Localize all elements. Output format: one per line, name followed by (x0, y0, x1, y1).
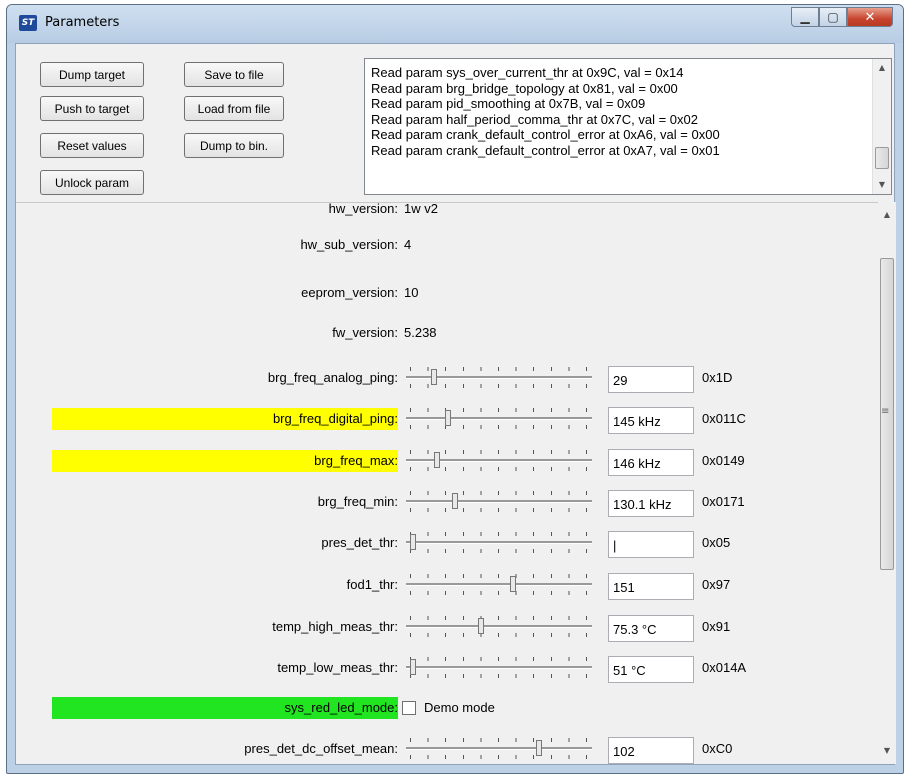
log-line: Read param brg_bridge_topology at 0x81, … (371, 80, 678, 96)
param-slider[interactable] (406, 406, 592, 430)
scroll-up-icon[interactable]: ▲ (873, 59, 891, 77)
dump-to-bin-button[interactable]: Dump to bin. (184, 133, 284, 158)
param-value-field[interactable]: 75.3 °C (608, 615, 694, 642)
slider-thumb[interactable] (430, 369, 437, 385)
slider-thumb[interactable] (478, 618, 485, 634)
param-hex-value: 0xC0 (702, 741, 733, 756)
slider-thumb[interactable] (409, 659, 416, 675)
log-scrollbar[interactable]: ▲ ▼ (872, 59, 891, 194)
client-area: Dump target Push to target Reset values … (15, 43, 896, 765)
param-value: 4 (404, 237, 412, 252)
save-to-file-button[interactable]: Save to file (184, 62, 284, 87)
parameters-window: ST Parameters ▁ ▢ ✕ Dump target Push to … (6, 4, 904, 774)
scroll-up-icon[interactable]: ▲ (878, 206, 896, 224)
param-label: temp_high_meas_thr: (272, 619, 398, 634)
param-slider[interactable] (406, 736, 592, 760)
param-value-field[interactable]: 51 °C (608, 656, 694, 683)
param-hex-value: 0x1D (702, 370, 733, 385)
param-label: fod1_thr: (346, 577, 398, 592)
params-scrollbar[interactable]: ▲ ≡ ▼ (878, 202, 896, 764)
window-title: Parameters (45, 15, 120, 30)
param-value-field[interactable]: 151 (608, 573, 694, 600)
log-lines: Read param sys_over_current_thr at 0x9C,… (371, 65, 871, 158)
close-button[interactable]: ✕ (847, 7, 893, 27)
slider-track (406, 666, 592, 669)
slider-track (406, 417, 592, 420)
dump-target-button[interactable]: Dump target (40, 62, 144, 87)
slider-track (406, 541, 592, 544)
param-value-field[interactable]: 146 kHz (608, 449, 694, 476)
param-label: hw_version: (328, 202, 398, 216)
param-value-field[interactable]: | (608, 531, 694, 558)
param-value-field[interactable]: 102 (608, 737, 694, 764)
param-slider[interactable] (406, 365, 592, 389)
param-hex-value: 0x0171 (702, 494, 745, 509)
checkbox-label[interactable]: Demo mode (424, 700, 495, 715)
slider-track (406, 747, 592, 750)
param-slider[interactable] (406, 655, 592, 679)
slider-thumb[interactable] (444, 410, 451, 426)
param-hex-value: 0x91 (702, 619, 731, 634)
app-icon: ST (19, 15, 37, 31)
demo-mode-checkbox[interactable] (402, 701, 416, 715)
param-label: brg_freq_digital_ping: (272, 411, 398, 426)
slider-thumb[interactable] (451, 493, 458, 509)
slider-thumb[interactable] (536, 740, 543, 756)
grip-icon: ≡ (881, 406, 890, 417)
maximize-button[interactable]: ▢ (819, 7, 847, 27)
param-label: sys_red_led_mode: (284, 700, 398, 715)
param-slider[interactable] (406, 448, 592, 472)
push-to-target-button[interactable]: Push to target (40, 96, 144, 121)
param-label: brg_freq_analog_ping: (267, 370, 398, 385)
param-label: eeprom_version: (301, 285, 398, 300)
param-hex-value: 0x011C (702, 411, 746, 426)
param-hex-value: 0x97 (702, 577, 731, 592)
param-value-field[interactable]: 130.1 kHz (608, 490, 694, 517)
scroll-down-icon[interactable]: ▼ (873, 176, 891, 194)
param-value-field[interactable]: 29 (608, 366, 694, 393)
log-scroll-thumb[interactable] (875, 147, 889, 169)
minimize-button[interactable]: ▁ (791, 7, 819, 27)
param-hex-value: 0x05 (702, 535, 731, 550)
param-label: brg_freq_max: (314, 453, 398, 468)
param-label: brg_freq_min: (317, 494, 398, 509)
param-label: hw_sub_version: (300, 237, 398, 252)
reset-values-button[interactable]: Reset values (40, 133, 144, 158)
param-value: 10 (404, 285, 419, 300)
param-slider[interactable] (406, 572, 592, 596)
slider-track (406, 625, 592, 628)
log-line: Read param crank_default_control_error a… (371, 127, 720, 142)
param-value: 1w v2 (404, 202, 438, 216)
param-value: 5.238 (404, 325, 437, 340)
load-from-file-button[interactable]: Load from file (184, 96, 284, 121)
slider-thumb[interactable] (434, 452, 441, 468)
slider-track (406, 583, 592, 586)
param-slider[interactable] (406, 530, 592, 554)
param-label: fw_version: (332, 325, 398, 340)
log-textbox[interactable]: Read param sys_over_current_thr at 0x9C,… (364, 58, 892, 195)
log-line: Read param sys_over_current_thr at 0x9C,… (371, 65, 684, 80)
param-value-field[interactable]: 145 kHz (608, 407, 694, 434)
param-slider[interactable] (406, 489, 592, 513)
scroll-down-icon[interactable]: ▼ (878, 742, 896, 760)
unlock-param-button[interactable]: Unlock param (40, 170, 144, 195)
slider-thumb[interactable] (409, 534, 416, 550)
param-label: temp_low_meas_thr: (277, 660, 398, 675)
param-label: pres_det_thr: (321, 535, 398, 550)
log-line: Read param pid_smoothing at 0x7B, val = … (371, 96, 646, 111)
log-line: Read param crank_default_control_error a… (371, 142, 720, 158)
param-hex-value: 0x014A (702, 660, 747, 675)
param-label: pres_det_dc_offset_mean: (244, 741, 398, 756)
log-line: Read param half_period_comma_thr at 0x7C… (371, 111, 698, 127)
param-slider[interactable] (406, 614, 592, 638)
param-hex-value: 0x0149 (702, 453, 745, 468)
slider-track (406, 500, 592, 503)
slider-thumb[interactable] (509, 576, 516, 592)
parameter-list: hw_version: 1w v2 hw_sub_version: 4 eeprom_v… (16, 202, 878, 764)
title-bar[interactable]: ST Parameters ▁ ▢ ✕ (7, 5, 903, 43)
